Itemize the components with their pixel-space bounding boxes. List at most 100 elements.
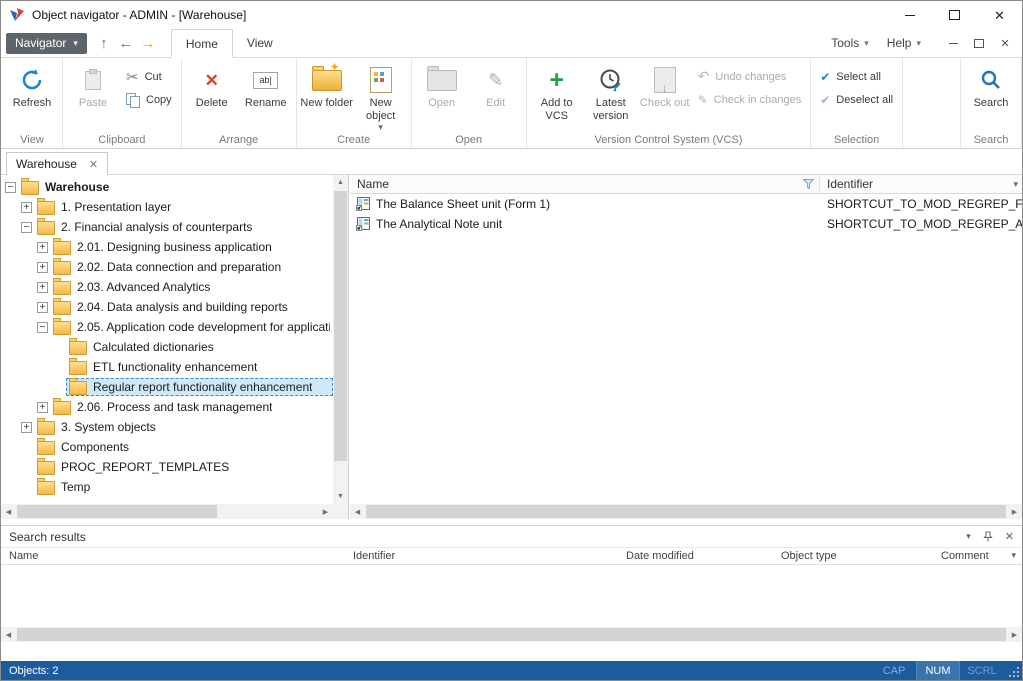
collapse-icon[interactable]: − xyxy=(5,182,16,193)
tree-item[interactable]: + 1. Presentation layer xyxy=(1,197,333,217)
expand-icon[interactable]: + xyxy=(37,242,48,253)
mdi-minimize-button[interactable] xyxy=(940,32,966,54)
minimize-button[interactable] xyxy=(887,1,932,29)
scroll-left-arrow[interactable]: ◀ xyxy=(350,504,365,519)
tab-view[interactable]: View xyxy=(233,29,287,57)
expand-icon[interactable]: + xyxy=(37,302,48,313)
search-button[interactable]: Search xyxy=(964,60,1018,110)
resize-grip[interactable] xyxy=(1004,661,1022,680)
tree-item[interactable]: + 2.01. Designing business application xyxy=(1,237,333,257)
tree-item[interactable]: − 2.05. Application code development for… xyxy=(1,317,333,337)
scroll-down-arrow[interactable]: ▼ xyxy=(333,489,348,504)
back-arrow-button[interactable]: ← xyxy=(115,32,137,54)
tree-item[interactable]: + 2.02. Data connection and preparation xyxy=(1,257,333,277)
column-name[interactable]: Name xyxy=(9,550,38,562)
help-menu[interactable]: Help ▾ xyxy=(878,36,930,50)
tab-close-icon[interactable]: ✕ xyxy=(89,158,98,171)
check-in-changes-button[interactable]: ✎ Check in changes xyxy=(692,90,808,109)
tree-item[interactable]: + 2.04. Data analysis and building repor… xyxy=(1,297,333,317)
new-object-button[interactable]: New object ▾ xyxy=(354,60,408,132)
scroll-thumb[interactable] xyxy=(17,628,1006,641)
tree-vertical-scrollbar[interactable]: ▲ ▼ xyxy=(333,175,348,504)
scroll-thumb[interactable] xyxy=(366,505,1006,518)
mdi-restore-button[interactable] xyxy=(966,32,992,54)
expand-icon[interactable]: + xyxy=(21,422,32,433)
tree-item[interactable]: + 2.03. Advanced Analytics xyxy=(1,277,333,297)
scrollbar-corner xyxy=(333,504,348,519)
tree-item[interactable]: Temp xyxy=(1,477,333,497)
column-chooser-icon[interactable]: ▾ xyxy=(1011,550,1016,561)
latest-version-button[interactable]: Latest version xyxy=(584,60,638,123)
ribbon-group-selection: ✔ Select all ✔ Deselect all Selection xyxy=(811,58,903,148)
expand-icon[interactable]: + xyxy=(37,262,48,273)
filter-icon[interactable] xyxy=(803,179,814,189)
expander-spacer xyxy=(53,362,64,373)
check-out-button[interactable]: ↓ Check out xyxy=(638,60,692,110)
scroll-right-arrow[interactable]: ▶ xyxy=(318,504,333,519)
paste-button[interactable]: Paste xyxy=(66,60,120,110)
scroll-right-arrow[interactable]: ▶ xyxy=(1007,504,1022,519)
scroll-left-arrow[interactable]: ◀ xyxy=(1,627,16,642)
panel-close-icon[interactable]: ✕ xyxy=(1005,530,1014,543)
deselect-all-button[interactable]: ✔ Deselect all xyxy=(814,90,899,109)
rename-button[interactable]: ab| Rename xyxy=(239,60,293,110)
copy-button[interactable]: Copy xyxy=(120,90,178,109)
chevron-down-icon: ▾ xyxy=(864,39,869,48)
object-name: The Analytical Note unit xyxy=(376,217,502,231)
tab-home[interactable]: Home xyxy=(171,29,233,58)
column-identifier-label: Identifier xyxy=(827,177,873,191)
tools-menu[interactable]: Tools ▾ xyxy=(822,36,878,50)
tree-item[interactable]: + 3. System objects xyxy=(1,417,333,437)
close-button[interactable]: ✕ xyxy=(977,1,1022,29)
scroll-right-arrow[interactable]: ▶ xyxy=(1007,627,1022,642)
tree-item[interactable]: PROC_REPORT_TEMPLATES xyxy=(1,457,333,477)
select-all-button[interactable]: ✔ Select all xyxy=(814,67,899,86)
scroll-up-arrow[interactable]: ▲ xyxy=(333,175,348,190)
list-row-balance-sheet[interactable]: The Balance Sheet unit (Form 1) SHORTCUT… xyxy=(350,194,1022,214)
expand-icon[interactable]: + xyxy=(37,402,48,413)
tree-item[interactable]: − 2. Financial analysis of counterparts xyxy=(1,217,333,237)
tree-item[interactable]: Components xyxy=(1,437,333,457)
column-identifier[interactable]: Identifier xyxy=(353,550,395,562)
forward-arrow-button[interactable]: → xyxy=(137,32,159,54)
mdi-close-button[interactable]: ✕ xyxy=(992,32,1018,54)
list-horizontal-scrollbar[interactable]: ◀ ▶ xyxy=(350,504,1022,519)
tree-item[interactable]: ETL functionality enhancement xyxy=(1,357,333,377)
column-header-name[interactable]: Name xyxy=(350,175,820,193)
undo-changes-button[interactable]: ↶ Undo changes xyxy=(692,67,808,86)
column-date-modified[interactable]: Date modified xyxy=(626,550,694,562)
edit-button[interactable]: ✎ Edit xyxy=(469,60,523,110)
column-comment[interactable]: Comment xyxy=(941,550,989,562)
expand-icon[interactable]: + xyxy=(37,282,48,293)
cut-button[interactable]: ✂ Cut xyxy=(120,67,178,86)
open-button[interactable]: Open xyxy=(415,60,469,110)
tree-item-selected[interactable]: Regular report functionality enhancement xyxy=(1,377,333,397)
collapse-icon[interactable]: − xyxy=(21,222,32,233)
scroll-left-arrow[interactable]: ◀ xyxy=(1,504,16,519)
results-horizontal-scrollbar[interactable]: ◀ ▶ xyxy=(1,627,1022,642)
refresh-button[interactable]: Refresh xyxy=(5,60,59,110)
search-results-title: Search results xyxy=(9,530,86,544)
column-object-type[interactable]: Object type xyxy=(781,550,837,562)
chevron-down-icon: ▾ xyxy=(378,123,383,132)
up-arrow-button[interactable]: ↑ xyxy=(93,32,115,54)
tree-horizontal-scrollbar[interactable]: ◀ ▶ xyxy=(1,504,333,519)
collapse-icon[interactable]: − xyxy=(37,322,48,333)
maximize-button[interactable] xyxy=(932,1,977,29)
list-row-analytical-note[interactable]: The Analytical Note unit SHORTCUT_TO_MOD… xyxy=(350,214,1022,234)
expand-icon[interactable]: + xyxy=(21,202,32,213)
pin-icon[interactable] xyxy=(983,531,993,542)
tree-item[interactable]: + 2.06. Process and task management xyxy=(1,397,333,417)
new-folder-button[interactable]: ✦ New folder xyxy=(300,60,354,110)
column-header-identifier[interactable]: Identifier ▾ xyxy=(820,175,1022,193)
scroll-thumb[interactable] xyxy=(334,191,347,461)
tab-warehouse[interactable]: Warehouse ✕ xyxy=(6,152,108,175)
delete-button[interactable]: ✕ Delete xyxy=(185,60,239,110)
add-to-vcs-button[interactable]: + Add to VCS xyxy=(530,60,584,123)
column-chooser-icon[interactable]: ▾ xyxy=(1013,179,1018,190)
scroll-thumb[interactable] xyxy=(17,505,217,518)
panel-menu-icon[interactable]: ▾ xyxy=(966,531,971,542)
tree-item-warehouse[interactable]: − Warehouse xyxy=(1,177,333,197)
tree-item[interactable]: Calculated dictionaries xyxy=(1,337,333,357)
navigator-menu-button[interactable]: Navigator ▾ xyxy=(6,33,87,54)
